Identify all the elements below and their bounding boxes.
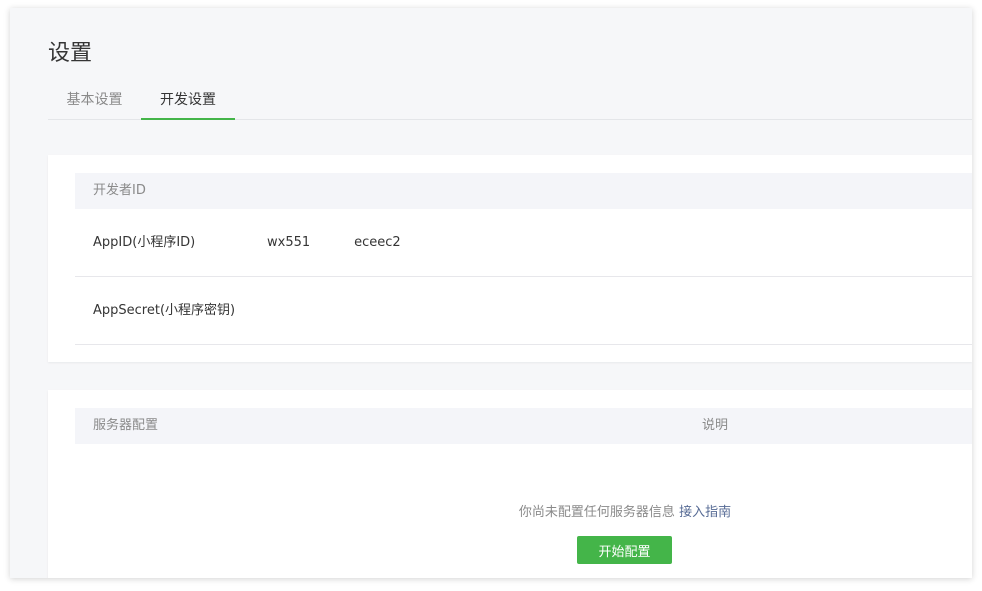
server-config-header: 服务器配置 说明	[75, 408, 972, 444]
server-config-empty-tip: 你尚未配置任何服务器信息 接入指南	[48, 501, 972, 520]
appid-value: wx551 eceec2	[267, 209, 401, 276]
settings-panel: 设置 基本设置 开发设置 开发者ID AppID(小程序ID) wx551 ece…	[10, 8, 972, 578]
empty-tip-text: 你尚未配置任何服务器信息	[518, 505, 675, 520]
developer-id-header-label: 开发者ID	[93, 183, 146, 198]
appsecret-label: AppSecret(小程序密钥)	[93, 303, 236, 318]
tab-dev-settings[interactable]: 开发设置	[141, 88, 235, 120]
tab-basic-settings[interactable]: 基本设置	[48, 88, 141, 119]
appid-value-end: eceec2	[354, 235, 401, 250]
page-title: 设置	[48, 41, 93, 66]
guide-link[interactable]: 接入指南	[679, 505, 731, 520]
settings-tabs: 基本设置 开发设置	[48, 88, 972, 120]
server-config-header-label: 服务器配置	[93, 418, 159, 433]
developer-id-card: 开发者ID AppID(小程序ID) wx551 eceec2 AppSecret…	[48, 155, 972, 362]
start-config-button[interactable]: 开始配置	[577, 536, 672, 564]
appid-row: AppID(小程序ID) wx551 eceec2	[75, 209, 972, 277]
appid-value-start: wx551	[267, 235, 311, 250]
appsecret-row: AppSecret(小程序密钥)	[75, 277, 972, 345]
developer-id-header: 开发者ID	[75, 173, 972, 209]
server-config-desc-header: 说明	[702, 418, 729, 433]
appid-label: AppID(小程序ID)	[93, 235, 196, 250]
server-config-card: 服务器配置 说明 你尚未配置任何服务器信息 接入指南 开始配置	[48, 390, 972, 578]
